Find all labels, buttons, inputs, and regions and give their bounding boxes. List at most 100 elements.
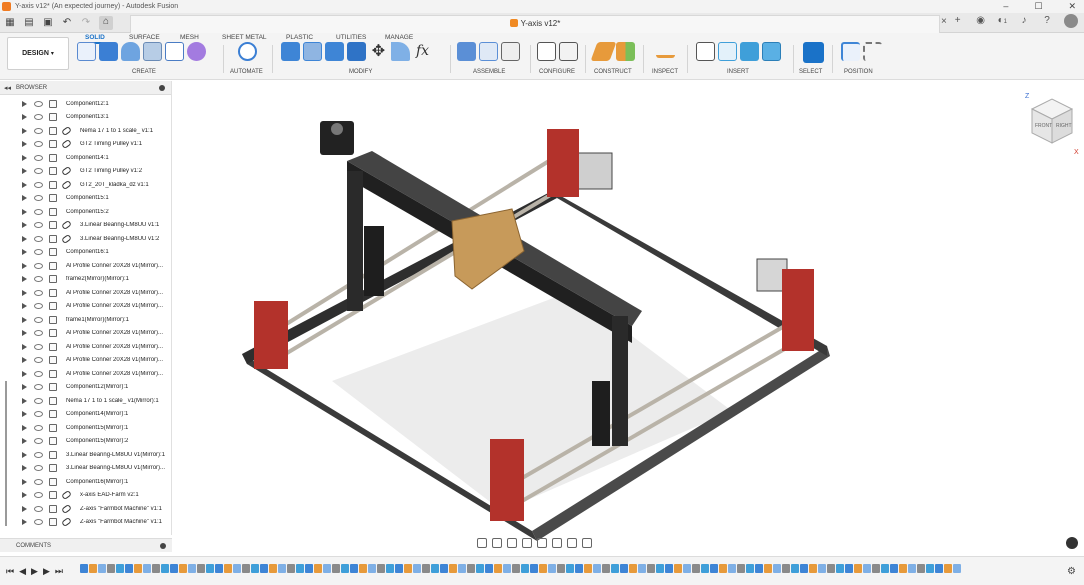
visibility-eye-icon[interactable] — [34, 330, 43, 336]
timeline-feature-icon[interactable] — [341, 564, 349, 573]
fit-icon[interactable] — [537, 538, 547, 548]
timeline-feature-icon[interactable] — [728, 564, 736, 573]
timeline-feature-icon[interactable] — [143, 564, 151, 573]
timeline-feature-icon[interactable] — [701, 564, 709, 573]
browser-tree-item[interactable]: frame2(Mirror)(Mirror):1 — [0, 273, 172, 286]
visibility-eye-icon[interactable] — [34, 384, 43, 390]
timeline-feature-icon[interactable] — [206, 564, 214, 573]
timeline-feature-icon[interactable] — [395, 564, 403, 573]
expand-arrow-icon[interactable] — [22, 114, 27, 120]
timeline-feature-icon[interactable] — [260, 564, 268, 573]
expand-arrow-icon[interactable] — [22, 478, 27, 485]
timeline-feature-icon[interactable] — [809, 564, 817, 573]
expand-arrow-icon[interactable] — [22, 397, 27, 404]
visibility-eye-icon[interactable] — [34, 127, 43, 134]
visibility-eye-icon[interactable] — [34, 303, 43, 309]
browser-tree-item[interactable]: Component15:1 — [0, 192, 172, 205]
browser-tree-item[interactable]: GT2 Timing Pulley v1:2 — [0, 165, 172, 178]
revolve-icon[interactable] — [121, 42, 140, 61]
timeline-feature-icon[interactable] — [836, 564, 844, 573]
expand-arrow-icon[interactable] — [22, 438, 27, 444]
tab-manage[interactable]: MANAGE — [385, 34, 413, 41]
close-window-button[interactable]: ✕ — [1068, 1, 1076, 12]
comments-panel[interactable]: COMMENTS — [0, 538, 172, 552]
app-grid-icon[interactable]: ▦ — [4, 17, 16, 29]
timeline-feature-icon[interactable] — [404, 564, 412, 573]
expand-arrow-icon[interactable] — [22, 181, 27, 188]
decal-icon[interactable] — [718, 42, 737, 61]
timeline-feature-icon[interactable] — [602, 564, 610, 573]
insert-mesh-icon[interactable] — [740, 42, 759, 61]
browser-tree-item[interactable]: 3.Linear Bearing-LM8UU v1:1 — [0, 219, 172, 232]
measure-icon[interactable] — [656, 46, 675, 58]
timeline-feature-icon[interactable] — [242, 564, 250, 573]
timeline-feature-icon[interactable] — [269, 564, 277, 573]
expand-arrow-icon[interactable] — [22, 141, 27, 147]
visibility-eye-icon[interactable] — [34, 235, 43, 242]
browser-scrollbar[interactable] — [5, 381, 7, 526]
expand-arrow-icon[interactable] — [22, 465, 27, 471]
visibility-eye-icon[interactable] — [34, 181, 43, 188]
canvas-icon[interactable] — [762, 42, 781, 61]
visibility-eye-icon[interactable] — [34, 424, 43, 431]
joint-icon[interactable] — [479, 42, 498, 61]
expand-arrow-icon[interactable] — [22, 249, 27, 255]
browser-tree-item[interactable]: x-axis EAD-Farm v2:1 — [0, 489, 172, 502]
timeline-feature-icon[interactable] — [98, 564, 106, 573]
document-tab[interactable]: Y-axis v12* — [130, 15, 940, 33]
shell-icon[interactable] — [347, 42, 366, 61]
timeline-feature-icon[interactable] — [683, 564, 691, 573]
save-icon[interactable]: ▣ — [42, 17, 54, 29]
timeline-feature-icon[interactable] — [881, 564, 889, 573]
step-forward-button[interactable]: ▶ — [43, 566, 50, 577]
browser-tree-item[interactable]: Component16(Mirror):1 — [0, 475, 172, 488]
timeline-feature-icon[interactable] — [575, 564, 583, 573]
inspect-menu[interactable]: INSPECT — [652, 69, 678, 75]
expand-arrow-icon[interactable] — [22, 262, 27, 269]
select-icon[interactable] — [803, 42, 824, 63]
display-settings-icon[interactable] — [552, 538, 562, 548]
timeline-feature-icon[interactable] — [611, 564, 619, 573]
timeline-feature-icon[interactable] — [305, 564, 313, 573]
timeline-feature-icon[interactable] — [557, 564, 565, 573]
expand-arrow-icon[interactable] — [22, 316, 27, 323]
timeline-feature-icon[interactable] — [917, 564, 925, 573]
viewports-icon[interactable] — [582, 538, 592, 548]
plane-at-angle-icon[interactable] — [616, 42, 635, 61]
timeline-feature-icon[interactable] — [422, 564, 430, 573]
timeline-feature-icon[interactable] — [548, 564, 556, 573]
browser-tree-item[interactable]: Component15(Mirror):1 — [0, 421, 172, 434]
expand-arrow-icon[interactable] — [22, 451, 27, 458]
timeline-feature-icon[interactable] — [719, 564, 727, 573]
timeline-feature-icon[interactable] — [89, 564, 97, 573]
browser-tree-item[interactable]: Al Profile Conner 20X28 v1(Mirror)... — [0, 259, 172, 272]
zoom-icon[interactable] — [522, 538, 532, 548]
timeline-feature-icon[interactable] — [125, 564, 133, 573]
timeline-feature-icon[interactable] — [638, 564, 646, 573]
visibility-eye-icon[interactable] — [34, 492, 43, 498]
visibility-eye-icon[interactable] — [34, 168, 43, 174]
timeline-feature-icon[interactable] — [296, 564, 304, 573]
expand-arrow-icon[interactable] — [22, 222, 27, 228]
expand-arrow-icon[interactable] — [22, 168, 27, 174]
browser-tree-item[interactable]: 3.Linear Bearing-LM8UU v1(Mirror):1 — [0, 448, 172, 461]
timeline-feature-icon[interactable] — [647, 564, 655, 573]
position-menu[interactable]: POSITION — [844, 69, 873, 75]
extrude-icon[interactable] — [99, 42, 118, 61]
panel-options-icon[interactable] — [159, 85, 165, 91]
press-pull-icon[interactable] — [281, 42, 300, 61]
browser-tree-item[interactable]: Z-axis "Farmbot Machine" v1:1 — [0, 516, 172, 529]
visibility-eye-icon[interactable] — [34, 397, 43, 404]
timeline-feature-icon[interactable] — [332, 564, 340, 573]
timeline-feature-icon[interactable] — [350, 564, 358, 573]
browser-tree-item[interactable]: Al Profile Conner 20X28 v1(Mirror)... — [0, 367, 172, 380]
timeline-feature-icon[interactable] — [386, 564, 394, 573]
expand-arrow-icon[interactable] — [22, 424, 27, 431]
3d-viewport[interactable]: FRONT RIGHT Z X — [172, 81, 1084, 552]
visibility-eye-icon[interactable] — [34, 316, 43, 323]
chamfer-icon[interactable] — [325, 42, 344, 61]
configure-icon[interactable] — [537, 42, 556, 61]
timeline-feature-icon[interactable] — [710, 564, 718, 573]
comments-options-icon[interactable] — [160, 543, 166, 549]
expand-arrow-icon[interactable] — [22, 154, 27, 161]
